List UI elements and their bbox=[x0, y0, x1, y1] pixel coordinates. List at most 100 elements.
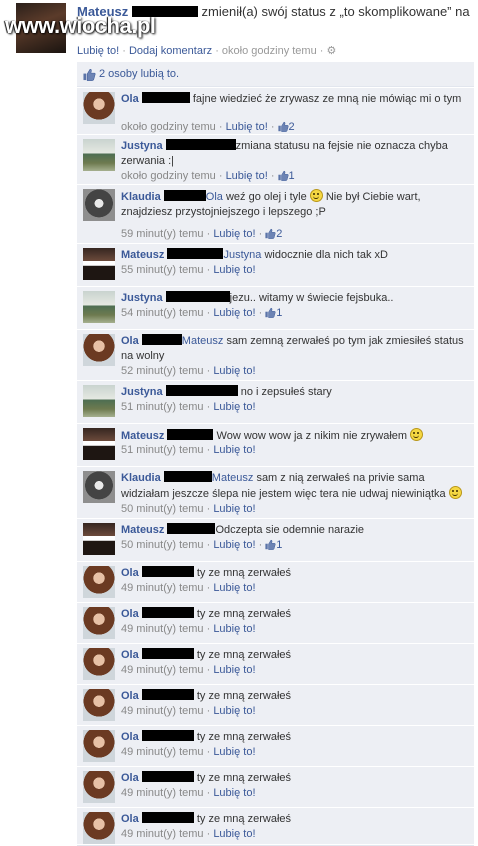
commenter-name[interactable]: Justyna bbox=[121, 292, 163, 304]
commenter-avatar[interactable] bbox=[83, 248, 115, 280]
comment-like-link[interactable]: Lubię to! bbox=[213, 582, 255, 594]
comment-like-link[interactable]: Lubię to! bbox=[226, 121, 268, 133]
comment: Ola fajne wiedzieć że zrywasz ze mną nie… bbox=[77, 87, 474, 135]
commenter-name[interactable]: Klaudia bbox=[121, 472, 161, 484]
comment-like-link[interactable]: Lubię to! bbox=[226, 170, 268, 182]
comment-time: 49 minut(y) temu bbox=[121, 664, 204, 676]
comment: Ola ty ze mną zerwałeś 49 minut(y) temu … bbox=[77, 807, 474, 846]
comment: Mateusz Wow wow wow ja z nikim nie zrywa… bbox=[77, 423, 474, 467]
comment-like-link[interactable]: Lubię to! bbox=[213, 623, 255, 635]
smiley-emoticon-icon bbox=[448, 486, 462, 499]
commenter-name[interactable]: Ola bbox=[121, 813, 139, 825]
commenter-avatar[interactable] bbox=[83, 291, 115, 323]
commenter-avatar[interactable] bbox=[83, 730, 115, 762]
comment-like-count[interactable]: 1 bbox=[276, 307, 282, 319]
comment-like-link[interactable]: Lubię to! bbox=[213, 746, 255, 758]
commenter-name[interactable]: Mateusz bbox=[121, 249, 164, 261]
comment-like-link[interactable]: Lubię to! bbox=[213, 664, 255, 676]
comment-meta: 51 minut(y) temu · Lubię to! bbox=[121, 444, 256, 456]
comment: Mateusz Justyna widocznie dla nich tak x… bbox=[77, 243, 474, 287]
comment-like-link[interactable]: Lubię to! bbox=[213, 828, 255, 840]
like-thumb-icon bbox=[265, 307, 276, 318]
commenter-avatar[interactable] bbox=[83, 812, 115, 844]
comment-meta: około godziny temu · Lubię to! · 1 bbox=[121, 170, 295, 182]
commenter-name[interactable]: Ola bbox=[121, 567, 139, 579]
post-author-name[interactable]: Mateusz bbox=[77, 4, 128, 19]
comment-text: ty ze mną zerwałeś bbox=[196, 813, 292, 825]
comment-like-count[interactable]: 2 bbox=[289, 121, 295, 133]
commenter-name[interactable]: Ola bbox=[121, 93, 139, 105]
commenter-avatar[interactable] bbox=[83, 139, 115, 171]
redacted-surname bbox=[141, 92, 190, 103]
comment-body: Justyna zmiana statusu na fejsie nie ozn… bbox=[121, 139, 467, 169]
commenter-name[interactable]: Justyna bbox=[121, 386, 163, 398]
comment-body: Klaudia Ola weź go olej i tyle Nie był C… bbox=[121, 189, 467, 220]
commenter-name[interactable]: Ola bbox=[121, 608, 139, 620]
comment-mention[interactable]: Mateusz bbox=[212, 472, 254, 484]
comment-time: około godziny temu bbox=[121, 121, 216, 133]
comment-body: Ola ty ze mną zerwałeś bbox=[121, 771, 467, 786]
comment-like-link[interactable]: Lubię to! bbox=[213, 264, 255, 276]
comment-text: Odczepta sie odemnie narazie bbox=[215, 524, 365, 536]
post-like-link[interactable]: Lubię to! bbox=[77, 45, 119, 57]
comment-mention[interactable]: Justyna bbox=[223, 249, 261, 261]
comment-like-link[interactable]: Lubię to! bbox=[213, 503, 255, 515]
comment-like-link[interactable]: Lubię to! bbox=[213, 539, 255, 551]
comment-meta: 52 minut(y) temu · Lubię to! bbox=[121, 365, 256, 377]
likes-summary[interactable]: 2 osoby lubią to. bbox=[77, 62, 474, 87]
redacted-surname bbox=[163, 471, 212, 482]
commenter-name[interactable]: Ola bbox=[121, 649, 139, 661]
commenter-avatar[interactable] bbox=[83, 428, 115, 460]
comment-like-link[interactable]: Lubię to! bbox=[213, 228, 255, 240]
commenter-name[interactable]: Justyna bbox=[121, 140, 163, 152]
comment: Ola Mateusz sam zemną zerwałeś po tym ja… bbox=[77, 329, 474, 381]
comment-body: Ola ty ze mną zerwałeś bbox=[121, 566, 467, 581]
commenter-avatar[interactable] bbox=[83, 471, 115, 503]
comment: Klaudia Mateusz sam z nią zerwałeś na pr… bbox=[77, 466, 474, 519]
comment-mention[interactable]: Ola bbox=[206, 191, 223, 203]
add-comment-link[interactable]: Dodaj komentarz bbox=[129, 45, 212, 57]
comment-like-count[interactable]: 1 bbox=[276, 539, 282, 551]
comment-like-link[interactable]: Lubię to! bbox=[213, 401, 255, 413]
comment-text: jezu.. witamy w świecie fejsbuka.. bbox=[229, 292, 394, 304]
comment-like-link[interactable]: Lubię to! bbox=[213, 444, 255, 456]
commenter-avatar[interactable] bbox=[83, 334, 115, 366]
comment-like-link[interactable]: Lubię to! bbox=[213, 365, 255, 377]
commenter-name[interactable]: Ola bbox=[121, 731, 139, 743]
redacted-surname bbox=[165, 385, 238, 396]
commenter-avatar[interactable] bbox=[83, 689, 115, 721]
comment-time: 54 minut(y) temu bbox=[121, 307, 204, 319]
comment-like-link[interactable]: Lubię to! bbox=[213, 705, 255, 717]
comment: Justyna no i zepsułeś stary 51 minut(y) … bbox=[77, 380, 474, 424]
commenter-name[interactable]: Mateusz bbox=[121, 430, 164, 442]
redacted-surname bbox=[165, 139, 236, 150]
commenter-avatar[interactable] bbox=[83, 771, 115, 803]
comment-text: ty ze mną zerwałeś bbox=[196, 731, 292, 743]
commenter-name[interactable]: Ola bbox=[121, 772, 139, 784]
comment-body: Ola Mateusz sam zemną zerwałeś po tym ja… bbox=[121, 334, 467, 364]
commenter-avatar[interactable] bbox=[83, 607, 115, 639]
commenter-name[interactable]: Ola bbox=[121, 335, 139, 347]
comment-body: Justyna jezu.. witamy w świecie fejsbuka… bbox=[121, 291, 467, 306]
comment-like-count[interactable]: 1 bbox=[289, 170, 295, 182]
commenter-name[interactable]: Klaudia bbox=[121, 191, 161, 203]
likes-count-text[interactable]: 2 osoby lubią to. bbox=[99, 68, 179, 80]
commenter-avatar[interactable] bbox=[83, 92, 115, 124]
comment-like-link[interactable]: Lubię to! bbox=[213, 787, 255, 799]
commenter-avatar[interactable] bbox=[83, 566, 115, 598]
commenter-avatar[interactable] bbox=[83, 385, 115, 417]
comment-body: Klaudia Mateusz sam z nią zerwałeś na pr… bbox=[121, 471, 467, 502]
like-thumb-icon bbox=[265, 228, 276, 239]
comment-like-count[interactable]: 2 bbox=[276, 228, 282, 240]
commenter-avatar[interactable] bbox=[83, 189, 115, 221]
commenter-avatar[interactable] bbox=[83, 523, 115, 555]
comment: Mateusz Odczepta sie odemnie narazie 50 … bbox=[77, 518, 474, 562]
comment-like-link[interactable]: Lubię to! bbox=[213, 307, 255, 319]
commenter-name[interactable]: Mateusz bbox=[121, 524, 164, 536]
commenter-name[interactable]: Ola bbox=[121, 690, 139, 702]
comment-mention[interactable]: Mateusz bbox=[182, 335, 224, 347]
commenter-avatar[interactable] bbox=[83, 648, 115, 680]
redacted-surname bbox=[167, 429, 214, 440]
privacy-gear-icon[interactable]: ⚙ bbox=[326, 45, 336, 57]
post-time: około godziny temu bbox=[221, 45, 317, 57]
